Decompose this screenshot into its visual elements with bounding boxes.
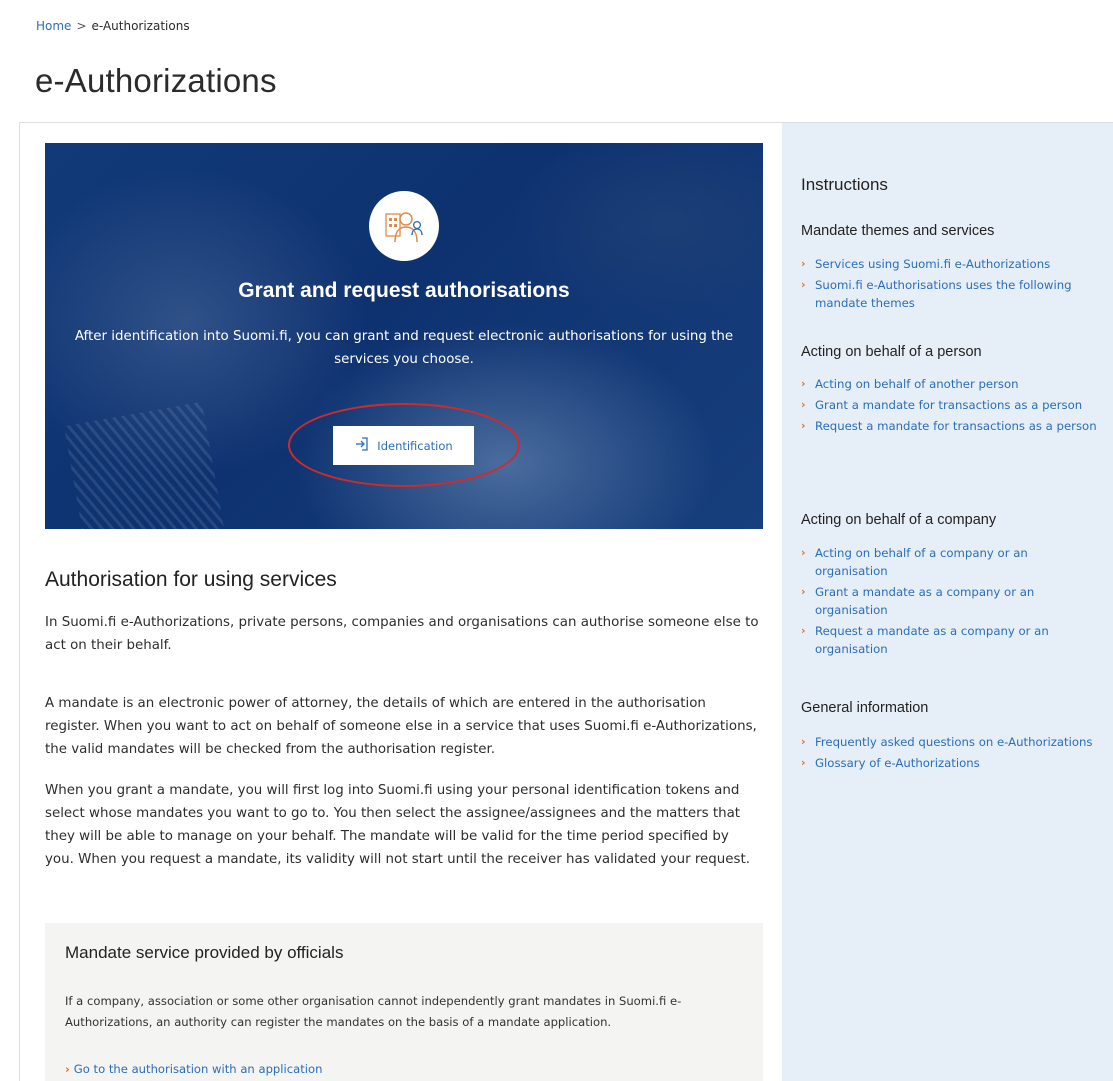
intro-paragraph: In Suomi.fi e-Authorizations, private pe… <box>45 615 759 653</box>
sidebar-link-request-person[interactable]: Request a mandate for transactions as a … <box>815 419 1097 433</box>
sidebar-list-item: › Grant a mandate as a company or an orga… <box>801 583 1101 619</box>
instructions-sidebar: Instructions Mandate themes and services… <box>782 123 1113 1081</box>
chevron-right-icon: › <box>801 585 806 598</box>
sidebar-group-title: Acting on behalf of a person <box>801 344 982 360</box>
grant-mandate-paragraph: When you grant a mandate, you will first… <box>45 783 750 867</box>
chevron-right-icon: › <box>801 377 806 390</box>
sidebar-link-services-using[interactable]: Services using Suomi.fi e-Authorizations <box>815 257 1050 271</box>
sidebar-list-item: › Suomi.fi e-Authorisations uses the foll… <box>801 276 1101 312</box>
sidebar-link-grant-person[interactable]: Grant a mandate for transactions as a pe… <box>815 398 1082 412</box>
chevron-right-icon: › <box>801 546 806 559</box>
sidebar-list-item: › Acting on behalf of a company or an org… <box>801 544 1101 580</box>
sidebar-list-item: › Request a mandate for transactions as a… <box>801 417 1101 435</box>
sidebar-group-title: Mandate themes and services <box>801 223 995 239</box>
sidebar-link-list: › Services using Suomi.fi e-Authorization… <box>801 255 1101 315</box>
login-arrow-icon <box>354 436 370 455</box>
chevron-right-icon: › <box>801 756 806 769</box>
sidebar-list-item: › Request a mandate as a company or an or… <box>801 622 1101 658</box>
chevron-right-icon: › <box>801 278 806 291</box>
sidebar-link-acting-person[interactable]: Acting on behalf of another person <box>815 377 1019 391</box>
chevron-right-icon: › <box>801 624 806 637</box>
officials-info-box: Mandate service provided by officials If… <box>45 923 763 1081</box>
sidebar-link-request-company[interactable]: Request a mandate as a company or an org… <box>815 624 1049 656</box>
page-title: e-Authorizations <box>35 62 277 99</box>
sidebar-link-faq[interactable]: Frequently asked questions on e-Authoriz… <box>815 735 1093 749</box>
sidebar-group-title: Acting on behalf of a company <box>801 512 997 528</box>
hero-background-texture <box>63 401 227 529</box>
authorisation-application-link[interactable]: › Go to the authorisation with an applica… <box>65 1062 322 1076</box>
sidebar-link-list: › Acting on behalf of a company or an org… <box>801 544 1101 661</box>
identification-button[interactable]: Identification <box>333 426 474 465</box>
sidebar-link-acting-company[interactable]: Acting on behalf of a company or an orga… <box>815 546 1028 578</box>
breadcrumb: Home > e-Authorizations <box>36 19 190 33</box>
chevron-right-icon: › <box>801 257 806 270</box>
sidebar-link-mandate-themes[interactable]: Suomi.fi e-Authorisations uses the follo… <box>815 278 1072 310</box>
section-title: Authorisation for using services <box>45 568 337 591</box>
hero-banner: Grant and request authorisations After i… <box>45 143 763 529</box>
sidebar-list-item: › Grant a mandate for transactions as a p… <box>801 396 1101 414</box>
sidebar-title: Instructions <box>801 175 888 194</box>
chevron-right-icon: › <box>801 398 806 411</box>
identification-button-label: Identification <box>377 438 453 453</box>
authorisation-application-link-label: Go to the authorisation with an applicat… <box>73 1062 323 1076</box>
chevron-right-icon: › <box>801 735 806 748</box>
breadcrumb-home-link[interactable]: Home <box>36 19 71 33</box>
sidebar-list-item: › Frequently asked questions on e-Authori… <box>801 733 1101 751</box>
breadcrumb-current: e-Authorizations <box>91 19 190 33</box>
chevron-right-icon: › <box>65 1062 70 1076</box>
sidebar-link-grant-company[interactable]: Grant a mandate as a company or an organ… <box>815 585 1034 617</box>
breadcrumb-separator: > <box>76 19 87 33</box>
sidebar-link-list: › Frequently asked questions on e-Authori… <box>801 733 1101 775</box>
hero-title: Grant and request authorisations <box>238 279 570 302</box>
chevron-right-icon: › <box>801 419 806 432</box>
mandate-definition-paragraph: A mandate is an electronic power of atto… <box>45 696 757 757</box>
sidebar-list-item: › Glossary of e-Authorizations <box>801 754 1101 772</box>
sidebar-link-list: › Acting on behalf of another person › Gra… <box>801 375 1101 438</box>
sidebar-link-glossary[interactable]: Glossary of e-Authorizations <box>815 756 980 770</box>
officials-box-title: Mandate service provided by officials <box>65 943 344 962</box>
person-building-icon <box>369 191 439 261</box>
sidebar-list-item: › Services using Suomi.fi e-Authorization… <box>801 255 1101 273</box>
sidebar-list-item: › Acting on behalf of another person <box>801 375 1101 393</box>
officials-box-text: If a company, association or some other … <box>65 994 682 1029</box>
sidebar-group-title: General information <box>801 700 929 716</box>
hero-description: After identification into Suomi.fi, you … <box>74 329 734 367</box>
